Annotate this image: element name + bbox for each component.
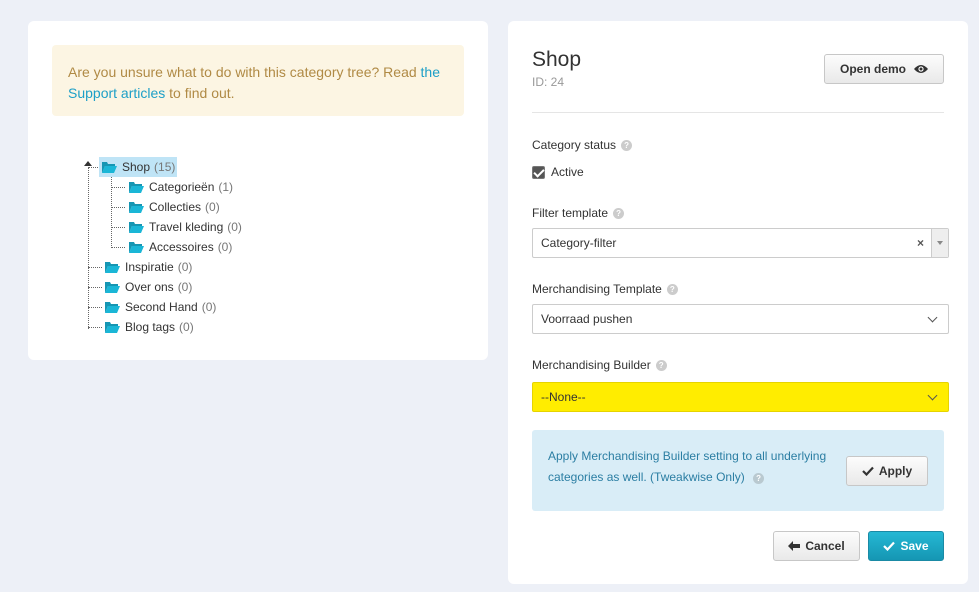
merchandising-template-value: Voorraad pushen [541, 312, 633, 326]
tree-connector [111, 247, 125, 248]
tree-node-accessoires[interactable]: Accessoires (0) [126, 237, 234, 257]
tree-node-count: (0) [177, 280, 193, 294]
filter-template-value: Category-filter [541, 236, 617, 250]
checkmark-icon [883, 541, 896, 551]
open-folder-icon [102, 161, 117, 173]
apply-info-text: Apply Merchandising Builder setting to a… [548, 446, 848, 488]
tree-connector [88, 167, 98, 168]
tree-connector [111, 227, 125, 228]
tree-node-label: Over ons [125, 280, 174, 294]
open-folder-icon [105, 261, 120, 273]
tree-node-count: (0) [179, 320, 194, 334]
help-icon[interactable]: ? [613, 207, 625, 219]
category-tree-card: Are you unsure what to do with this cate… [28, 21, 488, 360]
help-icon[interactable]: ? [655, 359, 667, 371]
tree-node-label: Inspiratie [125, 260, 174, 274]
apply-button[interactable]: Apply [846, 456, 928, 486]
eye-icon [914, 65, 928, 73]
merchandising-builder-select[interactable]: --None-- [532, 382, 949, 412]
tree-node-label: Accessoires [149, 240, 214, 254]
tree-node-categorieen[interactable]: Categorieën (1) [126, 177, 235, 197]
checkmark-icon [862, 466, 874, 476]
tree-node-label: Categorieën [149, 180, 215, 194]
filter-template-label: Filter template ? [532, 206, 625, 220]
category-id: ID: 24 [532, 75, 565, 89]
active-checkbox-row[interactable]: Active [532, 165, 584, 179]
tree-node-travel-kleding[interactable]: Travel kleding (0) [126, 217, 244, 237]
tree-node-blog-tags[interactable]: Blog tags (0) [102, 317, 196, 337]
tree-node-second-hand[interactable]: Second Hand (0) [102, 297, 218, 317]
active-checkbox[interactable] [532, 165, 545, 179]
merchandising-template-select[interactable]: Voorraad pushen [532, 304, 949, 334]
open-folder-icon [129, 181, 144, 193]
tree-node-shop[interactable]: Shop (15) [99, 157, 178, 177]
tree-node-collecties[interactable]: Collecties (0) [126, 197, 222, 217]
tree-connector [88, 167, 89, 329]
cancel-label: Cancel [805, 539, 845, 553]
tree-node-inspiratie[interactable]: Inspiratie (0) [102, 257, 194, 277]
category-tree: Shop (15) Categorieën (1) Collecties (0)… [28, 21, 488, 360]
tree-node-label: Shop [122, 160, 151, 174]
tree-connector [111, 207, 125, 208]
merchandising-builder-value: --None-- [541, 390, 586, 404]
tree-node-count: (1) [218, 180, 234, 194]
header-divider [532, 112, 944, 113]
help-icon[interactable]: ? [753, 473, 765, 484]
field-label-text: Merchandising Template [532, 282, 662, 296]
tree-connector [88, 327, 102, 328]
open-folder-icon [129, 201, 144, 213]
apply-info-message: Apply Merchandising Builder setting to a… [548, 449, 827, 484]
filter-template-select[interactable]: Category-filter × [532, 228, 949, 258]
save-button[interactable]: Save [868, 531, 944, 561]
chevron-down-icon [927, 312, 938, 323]
tree-node-count: (0) [217, 240, 233, 254]
help-icon[interactable]: ? [621, 139, 633, 151]
tree-node-count: (0) [227, 220, 242, 234]
merchandising-template-label: Merchandising Template ? [532, 282, 678, 296]
open-folder-icon [105, 301, 120, 313]
save-label: Save [900, 539, 929, 553]
category-details-card: Shop ID: 24 Open demo Category status ? … [508, 21, 968, 584]
tree-node-over-ons[interactable]: Over ons (0) [102, 277, 194, 297]
tree-node-count: (0) [201, 300, 217, 314]
field-label-text: Merchandising Builder [532, 358, 651, 372]
open-folder-icon [129, 221, 144, 233]
tree-node-label: Travel kleding [149, 220, 224, 234]
tree-node-label: Second Hand [125, 300, 198, 314]
collapse-toggle-icon[interactable] [84, 161, 92, 166]
tree-connector [88, 287, 102, 288]
open-demo-label: Open demo [839, 62, 906, 76]
chevron-down-icon [927, 390, 938, 401]
tree-node-label: Collecties [149, 200, 202, 214]
cancel-button[interactable]: Cancel [773, 531, 860, 561]
apply-label: Apply [878, 464, 913, 478]
tree-node-count: (0) [177, 260, 193, 274]
tree-connector [88, 267, 102, 268]
merchandising-builder-label: Merchandising Builder ? [532, 358, 667, 372]
open-folder-icon [105, 321, 120, 333]
tree-node-count: (0) [205, 200, 220, 214]
arrow-left-icon [788, 541, 801, 551]
open-folder-icon [105, 281, 120, 293]
tree-connector [111, 187, 125, 188]
open-folder-icon [129, 241, 144, 253]
field-label-text: Filter template [532, 206, 609, 220]
category-status-label: Category status ? [532, 138, 633, 152]
clear-icon[interactable]: × [917, 236, 924, 250]
tree-node-label: Blog tags [125, 320, 176, 334]
category-title: Shop [532, 48, 582, 71]
tree-connector [88, 307, 102, 308]
tree-node-count: (15) [154, 160, 176, 174]
dropdown-arrow[interactable] [931, 229, 948, 257]
apply-info-box: Apply Merchandising Builder setting to a… [532, 430, 944, 511]
help-icon[interactable]: ? [666, 283, 678, 295]
caret-down-icon [937, 241, 943, 245]
field-label-text: Category status [532, 138, 617, 152]
open-demo-button[interactable]: Open demo [824, 54, 944, 84]
active-checkbox-label: Active [551, 165, 584, 179]
